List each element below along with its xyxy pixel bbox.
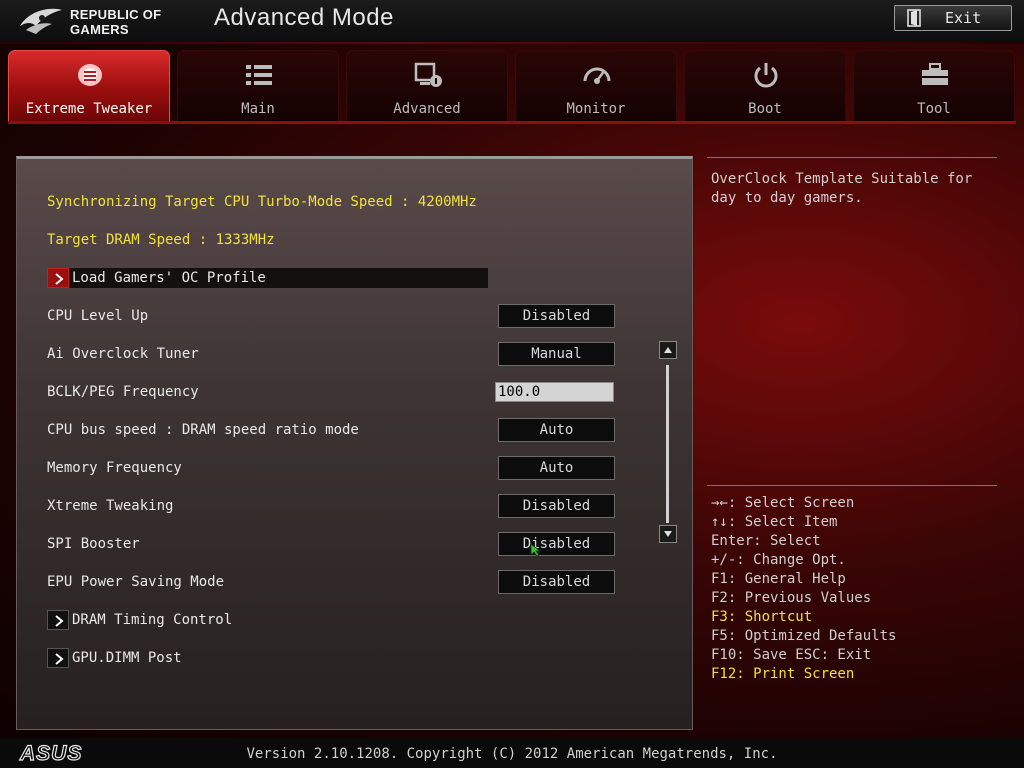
load-oc-profile-label: Load Gamers' OC Profile	[72, 270, 266, 286]
rog-eye-icon	[20, 8, 62, 34]
advanced-settings-icon	[414, 62, 442, 87]
memory-frequency-select[interactable]: Auto	[498, 456, 615, 480]
load-oc-profile-item[interactable]: Load Gamers' OC Profile	[47, 268, 488, 288]
scrollbar-track[interactable]	[666, 365, 669, 523]
key-hint: Enter: Select	[711, 533, 821, 549]
arrow-down-icon	[664, 531, 672, 537]
key-legend: →←: Select Screen ↑↓: Select Item Enter:…	[711, 494, 896, 684]
chevron-right-icon	[55, 615, 64, 627]
divider	[707, 485, 997, 486]
spi-booster-select[interactable]: Disabled	[498, 532, 615, 556]
scroll-up-button[interactable]	[659, 341, 677, 359]
setting-label: Xtreme Tweaking	[47, 498, 174, 514]
setting-label: Ai Overclock Tuner	[47, 346, 199, 362]
list-icon	[246, 65, 272, 85]
key-hint: F5: Optimized Defaults	[711, 628, 897, 644]
epu-power-saving-select[interactable]: Disabled	[498, 570, 615, 594]
dram-timing-control-label: DRAM Timing Control	[72, 612, 233, 628]
tab-label: Main	[241, 101, 275, 117]
exit-button[interactable]: Exit	[894, 5, 1012, 31]
key-hint: F10: Save ESC: Exit	[711, 647, 872, 663]
tab-tool[interactable]: Tool	[853, 50, 1015, 122]
tab-boot[interactable]: Boot	[684, 50, 846, 122]
rog-logo-text: REPUBLIC OF GAMERS	[70, 7, 162, 37]
gpu-dimm-post-label: GPU.DIMM Post	[72, 650, 182, 666]
setting-label: EPU Power Saving Mode	[47, 574, 225, 590]
info-dram-speed: Target DRAM Speed : 1333MHz	[47, 232, 275, 248]
chevron-right-icon	[55, 653, 64, 665]
submenu-arrow	[47, 648, 69, 668]
footer-bar: ASUS Version 2.10.1208. Copyright (C) 20…	[0, 738, 1024, 768]
key-hint-print-screen: F12: Print Screen	[711, 666, 855, 682]
setting-label: CPU Level Up	[47, 308, 149, 324]
tab-underline	[8, 121, 1016, 124]
extreme-tweaker-icon	[78, 64, 102, 86]
settings-panel: Synchronizing Target CPU Turbo-Mode Spee…	[16, 156, 693, 730]
dram-ratio-mode-select[interactable]: Auto	[498, 418, 615, 442]
chevron-right-icon	[55, 273, 64, 285]
key-hint: →←: Select Screen	[711, 495, 855, 511]
exit-label: Exit	[945, 9, 982, 27]
xtreme-tweaking-select[interactable]: Disabled	[498, 494, 615, 518]
submenu-arrow	[47, 268, 69, 288]
bclk-frequency-input[interactable]: 100.0	[495, 382, 614, 402]
tab-bar: Extreme Tweaker Main Advanced Monitor Bo…	[8, 50, 1016, 122]
ai-overclock-tuner-select[interactable]: Manual	[498, 342, 615, 366]
toolbox-icon	[922, 63, 948, 85]
divider	[707, 157, 997, 158]
key-hint: F1: General Help	[711, 571, 846, 587]
power-icon	[754, 63, 778, 88]
version-text: Version 2.10.1208. Copyright (C) 2012 Am…	[246, 746, 778, 762]
setting-label: Memory Frequency	[47, 460, 182, 476]
key-hint-shortcut: F3: Shortcut	[711, 609, 813, 625]
page-title: Advanced Mode	[214, 4, 394, 31]
tab-label: Tool	[917, 101, 951, 117]
tab-label: Advanced	[393, 101, 461, 117]
submenu-arrow	[47, 610, 69, 630]
info-cpu-turbo-speed: Synchronizing Target CPU Turbo-Mode Spee…	[47, 194, 477, 210]
setting-label: CPU bus speed : DRAM speed ratio mode	[47, 422, 359, 438]
tab-label: Boot	[748, 101, 782, 117]
key-hint: F2: Previous Values	[711, 590, 872, 606]
exit-door-icon	[907, 9, 921, 27]
tab-label: Extreme Tweaker	[25, 101, 153, 117]
tab-extreme-tweaker[interactable]: Extreme Tweaker	[8, 50, 170, 122]
tab-label: Monitor	[566, 101, 626, 117]
gauge-icon	[583, 67, 611, 84]
tab-monitor[interactable]: Monitor	[515, 50, 677, 122]
setting-label: BCLK/PEG Frequency	[47, 384, 199, 400]
tab-advanced[interactable]: Advanced	[346, 50, 508, 122]
arrow-up-icon	[664, 347, 672, 353]
rog-logo: REPUBLIC OF GAMERS	[18, 4, 178, 38]
cpu-level-up-select[interactable]: Disabled	[498, 304, 615, 328]
setting-label: SPI Booster	[47, 536, 140, 552]
help-description: OverClock Template Suitable for day to d…	[711, 171, 973, 206]
mouse-cursor-icon	[530, 543, 542, 557]
key-hint: +/-: Change Opt.	[711, 552, 846, 568]
scroll-down-button[interactable]	[659, 525, 677, 543]
key-hint: ↑↓: Select Item	[711, 514, 838, 530]
tab-main[interactable]: Main	[177, 50, 339, 122]
header-bar: REPUBLIC OF GAMERS Advanced Mode Exit	[0, 0, 1024, 44]
